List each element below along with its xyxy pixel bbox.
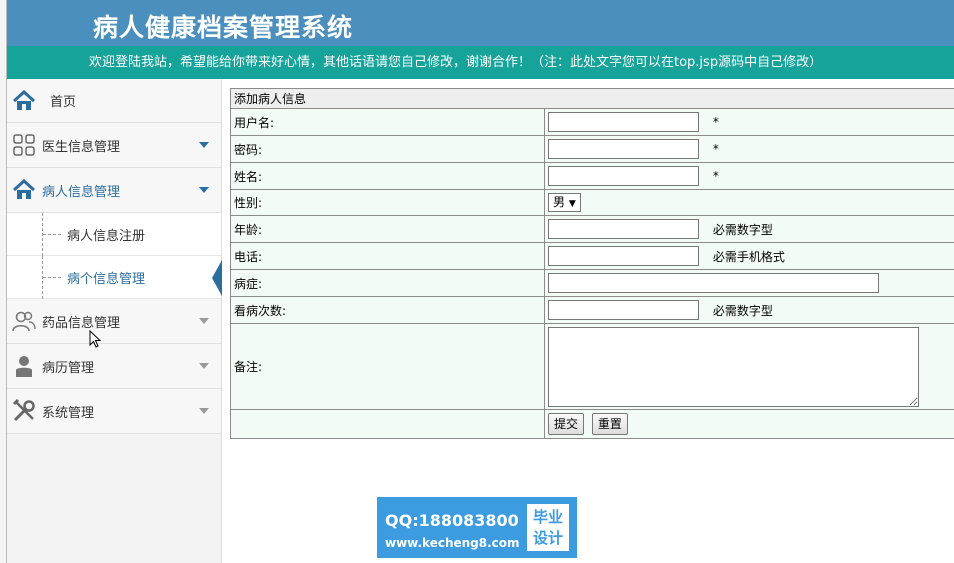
mouse-cursor-icon [89, 330, 101, 348]
sidebar-item-label: 医生信息管理 [42, 139, 121, 155]
gender-select[interactable]: 男 ▼ [548, 193, 581, 212]
name-input[interactable] [548, 166, 699, 186]
tree-branch [43, 234, 61, 235]
sidebar-subitem-patient-manage[interactable]: 病个信息管理 [7, 256, 222, 299]
sidebar-subitem-patient-register[interactable]: 病人信息注册 [7, 213, 221, 256]
watermark-qq: QQ:188083800 [385, 511, 519, 530]
page-title: 病人健康档案管理系统 [93, 13, 354, 42]
tree-branch [43, 277, 61, 278]
chevron-down-icon [199, 318, 209, 324]
password-input[interactable] [548, 139, 699, 159]
sidebar-item-label: 系统管理 [42, 405, 95, 421]
reset-button[interactable]: 重置 [591, 413, 628, 435]
remark-label: 备注: [230, 323, 545, 410]
sidebar-item-doctor[interactable]: 医生信息管理 [7, 123, 221, 168]
chevron-down-icon [199, 363, 209, 369]
sidebar-item-home[interactable]: 首页 [7, 79, 221, 123]
home-icon [12, 89, 36, 113]
grid-icon [12, 133, 36, 157]
phone-input[interactable] [548, 246, 699, 266]
watermark-box: 毕业 设计 [527, 504, 569, 551]
sidebar: 首页 医生信息管理 病人信息管理 病人信息注册 病个信息管理 药品信息管理 病历… [7, 79, 222, 563]
users-icon [12, 309, 36, 333]
chevron-down-icon [199, 142, 209, 148]
sidebar-item-system[interactable]: 系统管理 [7, 389, 221, 434]
patient-form: 添加病人信息 用户名: * 密码: * 姓名: * 性别: 男 ▼ 年龄: 必需… [230, 88, 954, 439]
name-label: 姓名: [230, 162, 545, 190]
home-icon [12, 178, 36, 202]
submit-button[interactable]: 提交 [548, 413, 585, 435]
visits-hint: 必需数字型 [712, 303, 773, 318]
remark-textarea[interactable] [548, 326, 919, 407]
sidebar-item-label: 病人信息管理 [42, 184, 121, 200]
sidebar-item-patient[interactable]: 病人信息管理 [7, 168, 221, 213]
required-mark: * [712, 142, 719, 156]
chevron-down-icon [199, 408, 209, 414]
age-input[interactable] [548, 219, 699, 239]
background-window-edge [0, 0, 7, 563]
gender-label: 性别: [230, 189, 545, 216]
visits-input[interactable] [548, 300, 699, 320]
sidebar-item-records[interactable]: 病历管理 [7, 344, 221, 389]
sidebar-item-label: 首页 [50, 95, 77, 110]
disease-input[interactable] [548, 273, 879, 293]
required-mark: * [712, 115, 719, 129]
watermark-badge: QQ:188083800 www.kecheng8.com 毕业 设计 [377, 497, 577, 558]
chevron-down-icon [199, 187, 209, 193]
sidebar-item-label: 病历管理 [42, 360, 95, 376]
disease-label: 病症: [230, 269, 545, 297]
app-header: 病人健康档案管理系统 [7, 0, 954, 46]
sidebar-subitem-label: 病个信息管理 [67, 271, 146, 287]
sidebar-item-label: 药品信息管理 [42, 315, 121, 331]
watermark-box-top: 毕业 [532, 508, 563, 526]
dropdown-arrow-icon: ▼ [568, 199, 576, 209]
main-content: 添加病人信息 用户名: * 密码: * 姓名: * 性别: 男 ▼ 年龄: 必需… [230, 88, 954, 439]
watermark-box-bottom: 设计 [532, 529, 563, 547]
required-mark: * [712, 169, 719, 183]
age-label: 年龄: [230, 215, 545, 243]
form-title: 添加病人信息 [230, 88, 954, 109]
age-hint: 必需数字型 [712, 222, 773, 237]
sidebar-item-medicine[interactable]: 药品信息管理 [7, 299, 221, 344]
watermark-site: www.kecheng8.com [385, 536, 520, 550]
username-label: 用户名: [230, 108, 545, 136]
visits-label: 看病次数: [230, 296, 545, 324]
active-marker [212, 260, 222, 296]
tools-icon [12, 399, 36, 423]
phone-label: 电话: [230, 242, 545, 270]
password-label: 密码: [230, 135, 545, 163]
sidebar-subitem-label: 病人信息注册 [67, 228, 146, 244]
welcome-banner: 欢迎登陆我站，希望能给你带来好心情，其他话语请您自己修改，谢谢合作！（注：此处文… [7, 46, 954, 79]
gender-select-value: 男 [553, 195, 566, 209]
username-input[interactable] [548, 112, 699, 132]
user-icon [12, 354, 36, 378]
phone-hint: 必需手机格式 [712, 249, 785, 264]
